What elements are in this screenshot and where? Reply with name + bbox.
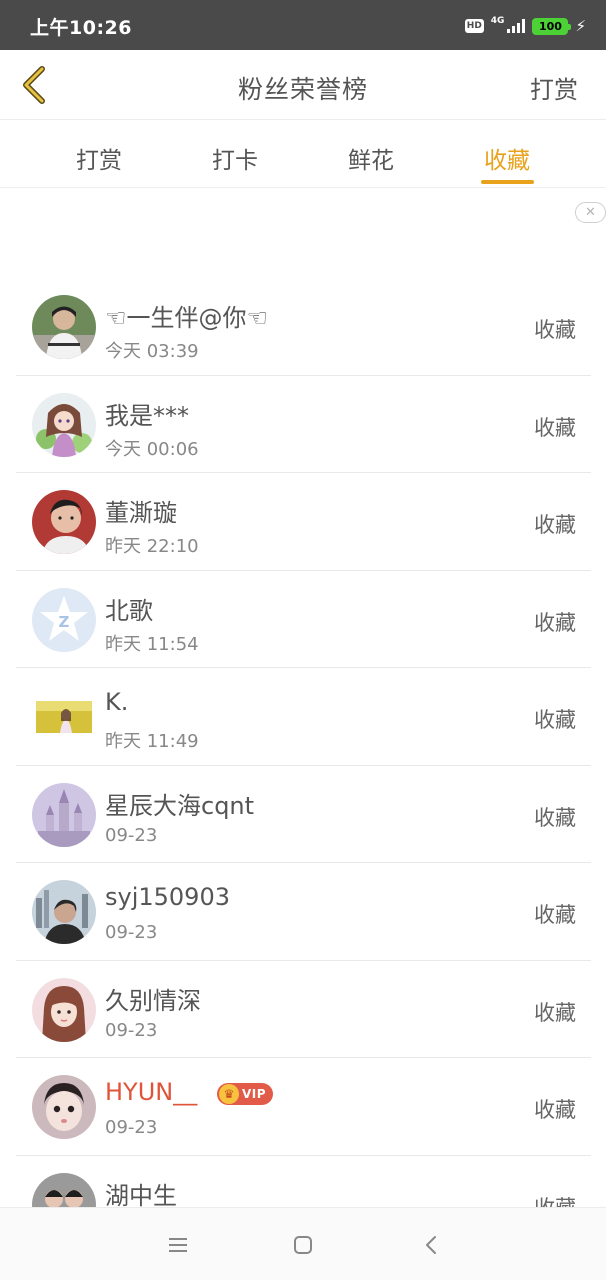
- list-item[interactable]: 星辰大海cqnt 09-23 收藏: [16, 766, 591, 863]
- avatar[interactable]: [32, 782, 96, 847]
- favorite-time: 今天 03:39: [105, 341, 199, 362]
- list-item[interactable]: 我是*** 今天 00:06 收藏: [16, 376, 591, 473]
- avatar[interactable]: [32, 490, 96, 554]
- list-item[interactable]: 董澌璇 昨天 22:10 收藏: [16, 473, 591, 571]
- tab-checkin[interactable]: 打卡: [195, 141, 275, 175]
- favorite-time: 昨天 22:10: [105, 536, 199, 557]
- favorite-time: 09-23: [105, 1117, 158, 1138]
- favorite-label: 收藏: [534, 610, 576, 635]
- user-name: 我是***: [105, 401, 189, 430]
- list-item[interactable]: HYUN__ ♛ VIP 09-23 收藏: [16, 1058, 591, 1156]
- favorite-label: 收藏: [534, 1098, 576, 1122]
- avatar[interactable]: [32, 295, 96, 359]
- favorite-time: 昨天 11:54: [105, 633, 199, 655]
- favorite-time: 09-23: [105, 922, 158, 943]
- avatar[interactable]: Z: [32, 587, 96, 652]
- tab-favorites[interactable]: 收藏: [467, 141, 547, 175]
- favorite-time: 今天 00:06: [105, 438, 199, 460]
- user-name: 星辰大海cqnt: [105, 791, 255, 820]
- avatar[interactable]: [32, 1075, 96, 1139]
- vip-badge: ♛ VIP: [217, 1083, 274, 1105]
- signal-icon: [507, 19, 526, 33]
- tab-bar: 打赏 打卡 鲜花 收藏: [0, 121, 606, 188]
- list-item[interactable]: ☜一生伴@你☜ 今天 03:39 收藏: [16, 278, 591, 376]
- favorite-label: 收藏: [534, 805, 576, 830]
- charging-bolt-icon: ⚡: [575, 16, 586, 35]
- list-item[interactable]: syj150903 09-23 收藏: [16, 863, 591, 961]
- favorite-label: 收藏: [534, 513, 576, 537]
- system-back-button[interactable]: [414, 1228, 448, 1262]
- avatar[interactable]: [32, 392, 96, 457]
- tip-button[interactable]: 打赏: [530, 70, 578, 105]
- tab-tip[interactable]: 打赏: [59, 141, 139, 175]
- svg-text:Z: Z: [59, 613, 70, 631]
- navigation-bar: 粉丝荣誉榜 打赏: [0, 50, 606, 120]
- avatar[interactable]: [32, 685, 96, 749]
- favorite-label: 收藏: [534, 708, 576, 732]
- list-item[interactable]: Z 北歌 昨天 11:54 收藏: [16, 571, 591, 668]
- favorite-time: 09-23: [105, 1019, 158, 1041]
- tab-flowers[interactable]: 鲜花: [331, 141, 411, 175]
- active-tab-indicator: [481, 180, 534, 184]
- network-label: 4G: [490, 15, 505, 26]
- user-name: 久别情深: [105, 986, 201, 1015]
- avatar[interactable]: [32, 977, 96, 1042]
- fan-list: ☜一生伴@你☜ 今天 03:39 收藏 我是*** 今天 00:06 收藏 董澌…: [16, 278, 591, 1253]
- back-chevron-icon: [426, 1236, 436, 1254]
- close-icon: ✕: [585, 205, 596, 220]
- favorite-time: 昨天 11:49: [105, 731, 199, 752]
- status-time: 上午10:26: [30, 17, 132, 39]
- page-title: 粉丝荣誉榜: [237, 75, 368, 104]
- menu-icon: [169, 1238, 187, 1252]
- vip-label: VIP: [242, 1087, 267, 1101]
- status-bar: 上午10:26 HD 4G 100 ⚡: [0, 0, 606, 50]
- crown-icon: ♛: [219, 1084, 239, 1104]
- home-square-icon: [294, 1236, 312, 1254]
- user-name: 北歌: [105, 596, 153, 625]
- status-indicators: HD 4G 100 ⚡: [464, 15, 586, 37]
- avatar[interactable]: [32, 880, 96, 944]
- favorite-label: 收藏: [534, 318, 576, 342]
- battery-icon: 100: [532, 17, 572, 35]
- user-name: ☜一生伴@你☜: [105, 304, 269, 332]
- favorite-time: 09-23: [105, 824, 158, 846]
- hd-badge: HD: [464, 19, 484, 33]
- home-button[interactable]: [286, 1228, 320, 1262]
- favorite-label: 收藏: [534, 1000, 576, 1025]
- user-name: syj150903: [105, 883, 230, 911]
- user-name: K.: [105, 688, 129, 716]
- list-item[interactable]: K. 昨天 11:49 收藏: [16, 668, 591, 766]
- user-name: HYUN__: [105, 1078, 198, 1106]
- system-navigation-bar: [0, 1207, 606, 1280]
- favorite-label: 收藏: [534, 415, 576, 440]
- favorite-label: 收藏: [534, 903, 576, 927]
- ad-close-button[interactable]: ✕: [575, 202, 606, 223]
- list-item[interactable]: 久别情深 09-23 收藏: [16, 961, 591, 1058]
- menu-button[interactable]: [161, 1228, 195, 1262]
- user-name: 湖中生: [105, 1181, 177, 1210]
- user-name: 董澌璇: [105, 499, 177, 527]
